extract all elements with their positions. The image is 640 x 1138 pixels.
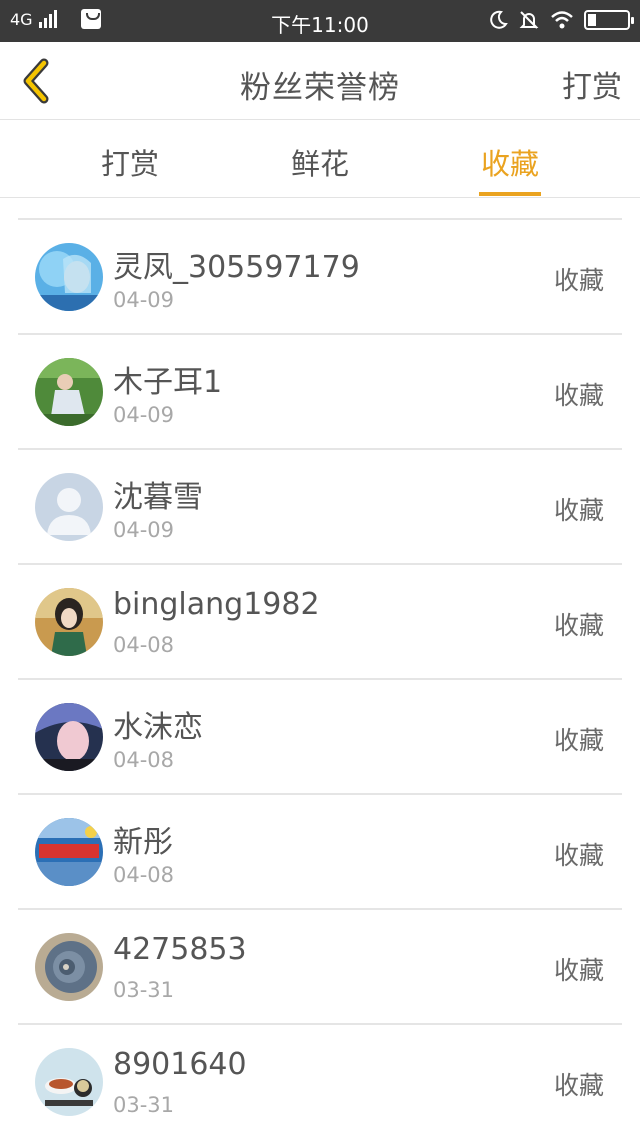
- fan-date: 04-08: [113, 863, 175, 887]
- fan-action-label: 收藏: [553, 726, 604, 755]
- fan-name: 8901640: [113, 1047, 247, 1082]
- fan-action-label: 收藏: [553, 266, 604, 295]
- tab-reward[interactable]: 打赏: [70, 141, 190, 183]
- avatar: [35, 358, 103, 426]
- wifi-icon: [551, 11, 573, 29]
- fan-action-label: 收藏: [553, 381, 604, 410]
- fan-name: 木子耳1: [113, 365, 223, 400]
- page-title: 粉丝荣誉榜: [240, 70, 400, 106]
- active-tab-indicator: [479, 192, 541, 196]
- fan-date: 04-09: [113, 403, 175, 427]
- fan-action-label: 收藏: [553, 496, 604, 525]
- list-item[interactable]: 4275853 03-31 收藏: [18, 910, 622, 1025]
- fan-list: 灵凤_305597179 04-09 收藏 木子耳1 04-09 收藏 沈暮雪: [18, 218, 622, 1138]
- fan-name: 沈暮雪: [113, 480, 203, 515]
- avatar: [35, 243, 103, 311]
- fan-action-label: 收藏: [553, 841, 604, 870]
- fan-action-label: 收藏: [553, 956, 604, 985]
- fan-action-label: 收藏: [553, 611, 604, 640]
- list-item[interactable]: 8901640 03-31 收藏: [18, 1025, 622, 1138]
- fan-name: binglang1982: [113, 587, 320, 622]
- fan-date: 03-31: [113, 1093, 175, 1117]
- status-right: [488, 9, 634, 31]
- list-item[interactable]: 水沫恋 04-08 收藏: [18, 680, 622, 795]
- fan-action-label: 收藏: [553, 1071, 604, 1100]
- fan-date: 04-08: [113, 633, 175, 657]
- tab-flowers[interactable]: 鲜花: [260, 141, 380, 183]
- tab-bar: 打赏 鲜花 收藏: [0, 121, 640, 198]
- avatar: [35, 1048, 103, 1116]
- tab-favorites[interactable]: 收藏: [450, 141, 570, 183]
- fan-date: 03-31: [113, 978, 175, 1002]
- reward-action-button[interactable]: 打赏: [562, 62, 622, 106]
- avatar: [35, 473, 103, 541]
- list-item[interactable]: 木子耳1 04-09 收藏: [18, 335, 622, 450]
- app-header: 粉丝荣誉榜 打赏: [0, 42, 640, 120]
- fan-name: 新彤: [113, 825, 173, 860]
- list-item[interactable]: 沈暮雪 04-09 收藏: [18, 450, 622, 565]
- list-item[interactable]: binglang1982 04-08 收藏: [18, 565, 622, 680]
- fan-name: 水沫恋: [113, 710, 203, 745]
- avatar: [35, 703, 103, 771]
- fan-name: 灵凤_305597179: [113, 250, 360, 285]
- fan-date: 04-09: [113, 288, 175, 312]
- fan-date: 04-09: [113, 518, 175, 542]
- battery-icon: [584, 10, 634, 30]
- list-item[interactable]: 灵凤_305597179 04-09 收藏: [18, 220, 622, 335]
- mute-bell-icon: [519, 11, 539, 29]
- avatar: [35, 588, 103, 656]
- fan-date: 04-08: [113, 748, 175, 772]
- fan-name: 4275853: [113, 932, 247, 967]
- status-bar: 4G 下午11:00: [0, 0, 640, 42]
- avatar: [35, 818, 103, 886]
- list-item[interactable]: 新彤 04-08 收藏: [18, 795, 622, 910]
- avatar: [35, 933, 103, 1001]
- moon-icon: [490, 10, 508, 29]
